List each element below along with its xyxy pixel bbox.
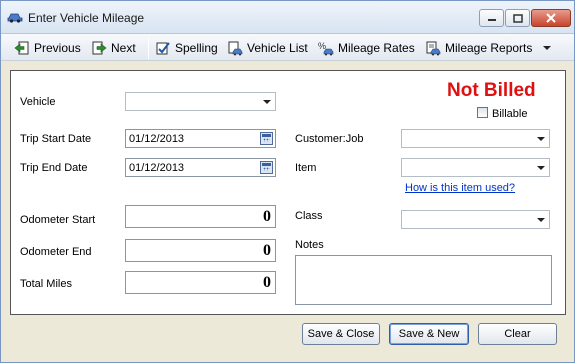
save-new-button[interactable]: Save & New — [389, 323, 469, 345]
spelling-check-icon — [156, 42, 170, 55]
class-dropdown[interactable] — [401, 210, 550, 229]
odometer-start-field[interactable]: 0 — [125, 205, 276, 228]
next-button[interactable]: Next — [91, 38, 136, 58]
trip-end-date-field[interactable]: 01/12/2013 — [125, 158, 276, 177]
vehicle-list-label: Vehicle List — [247, 41, 308, 55]
notes-label: Notes — [295, 239, 324, 251]
vehicle-list-icon — [228, 41, 243, 56]
title-bar[interactable]: Enter Vehicle Mileage — [1, 1, 574, 34]
customer-job-dropdown[interactable] — [401, 129, 550, 148]
trip-start-date-value: 01/12/2013 — [129, 133, 185, 145]
vehicle-label: Vehicle — [20, 96, 56, 108]
minimize-button[interactable] — [479, 9, 504, 27]
close-button[interactable] — [531, 9, 571, 27]
next-label: Next — [111, 41, 136, 55]
mileage-rates-icon: % — [318, 41, 334, 56]
car-icon — [7, 13, 23, 23]
minimize-icon — [487, 19, 496, 21]
chevron-down-icon[interactable] — [261, 96, 273, 108]
trip-start-label: Trip Start Date — [20, 133, 92, 145]
notes-textarea[interactable] — [295, 255, 552, 305]
toolbar: Previous Next Spelling Vehicle List % Mi… — [1, 34, 574, 61]
svg-text:%: % — [318, 41, 326, 51]
odometer-start-label: Odometer Start — [20, 214, 96, 226]
maximize-icon — [512, 13, 523, 23]
previous-icon — [14, 41, 29, 55]
trip-start-date-field[interactable]: 01/12/2013 — [125, 129, 276, 148]
enter-vehicle-mileage-window: Enter Vehicle Mileage Previous Next Spel… — [0, 0, 575, 363]
previous-label: Previous — [34, 41, 81, 55]
mileage-rates-label: Mileage Rates — [338, 41, 415, 55]
item-help-link[interactable]: How is this item used? — [405, 182, 515, 194]
mileage-rates-button[interactable]: % Mileage Rates — [318, 38, 415, 58]
chevron-down-icon[interactable] — [535, 162, 547, 174]
calendar-icon[interactable] — [260, 132, 273, 145]
total-miles-label: Total Miles — [20, 278, 72, 290]
toolbar-separator — [148, 37, 149, 59]
vehicle-dropdown[interactable] — [125, 92, 276, 111]
chevron-down-icon — [543, 46, 551, 50]
toolbar-overflow-button[interactable] — [542, 38, 552, 58]
spelling-label: Spelling — [175, 41, 218, 55]
mileage-reports-button[interactable]: Mileage Reports — [425, 38, 532, 58]
billing-status: Not Billed — [447, 80, 536, 101]
next-icon — [92, 41, 107, 55]
odometer-end-field[interactable]: 0 — [125, 239, 276, 262]
clear-button[interactable]: Clear — [478, 323, 557, 345]
save-close-button[interactable]: Save & Close — [302, 323, 380, 345]
calendar-icon[interactable] — [260, 161, 273, 174]
spelling-button[interactable]: Spelling — [155, 38, 218, 58]
class-label: Class — [295, 210, 323, 222]
vehicle-list-button[interactable]: Vehicle List — [227, 38, 308, 58]
item-label: Item — [295, 162, 317, 174]
trip-end-label: Trip End Date — [20, 162, 88, 174]
mileage-reports-label: Mileage Reports — [445, 41, 533, 55]
close-icon — [546, 13, 556, 23]
total-miles-field: 0 — [125, 271, 276, 294]
billable-label: Billable — [492, 108, 528, 120]
maximize-button[interactable] — [505, 9, 530, 27]
item-dropdown[interactable] — [401, 158, 550, 177]
chevron-down-icon[interactable] — [535, 214, 547, 226]
window-title: Enter Vehicle Mileage — [28, 11, 145, 25]
customer-job-label: Customer:Job — [295, 133, 364, 145]
chevron-down-icon[interactable] — [535, 133, 547, 145]
trip-end-date-value: 01/12/2013 — [129, 162, 185, 174]
odometer-end-label: Odometer End — [20, 246, 92, 258]
previous-button[interactable]: Previous — [14, 38, 81, 58]
billable-checkbox[interactable] — [477, 107, 488, 118]
mileage-reports-icon — [426, 41, 441, 56]
